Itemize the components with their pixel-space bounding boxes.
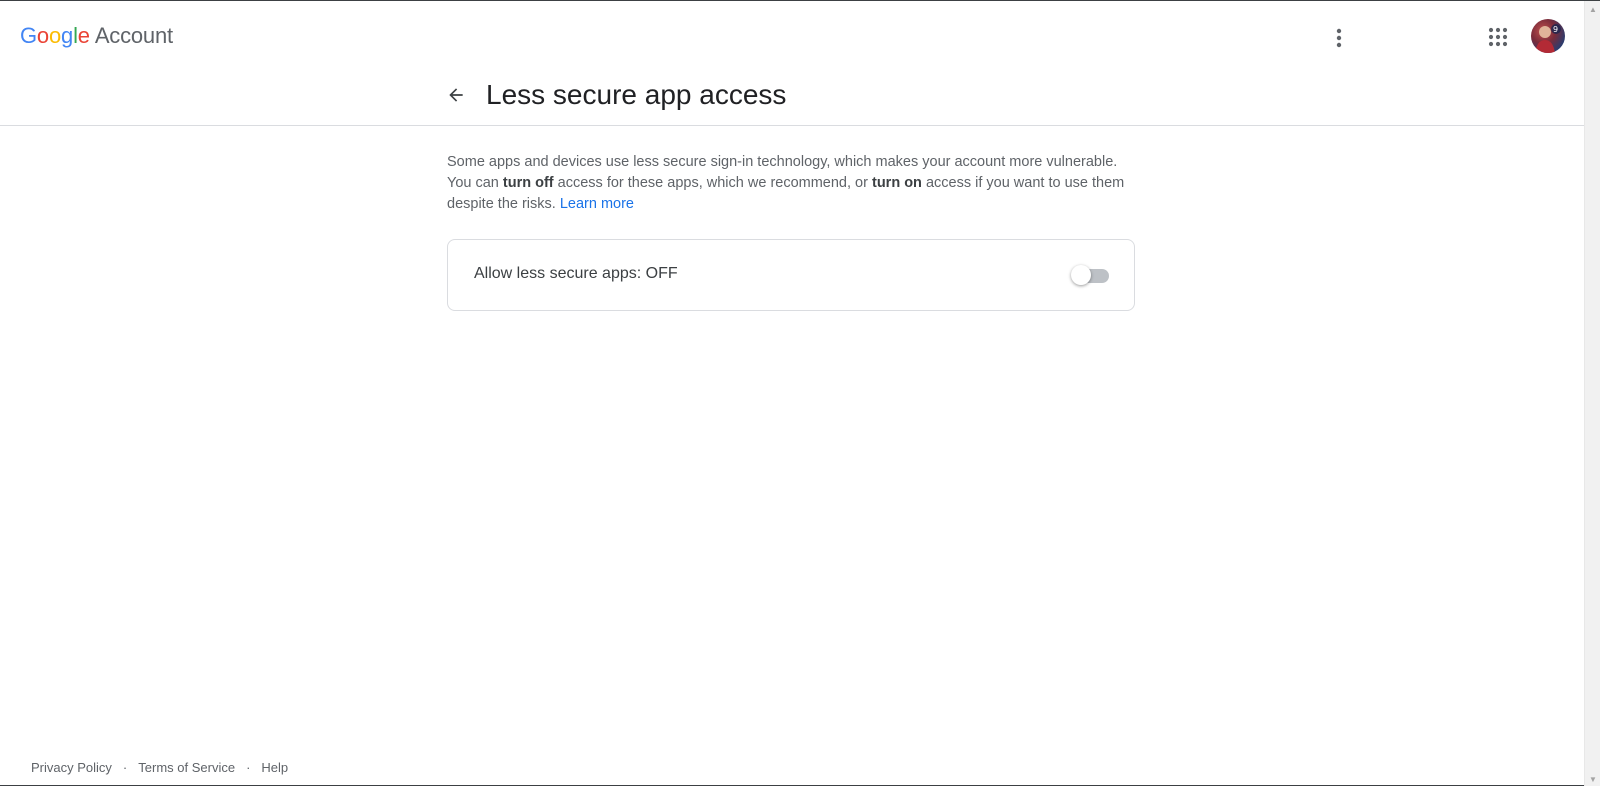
brand-letter: o [48, 23, 62, 48]
google-account-logo[interactable]: Google Account [20, 21, 173, 51]
brand-letter: e [77, 23, 90, 48]
description-text: Some apps and devices use less secure si… [447, 152, 1137, 215]
brand-letter: g [61, 23, 74, 48]
terms-of-service-link[interactable]: Terms of Service [138, 760, 235, 775]
top-bar: Google Account 9 [0, 1, 1584, 69]
scroll-up-arrow-icon[interactable]: ▲ [1585, 1, 1600, 17]
apps-grid-icon [1488, 27, 1508, 47]
brand-suffix: Account [94, 23, 173, 48]
svg-text:9: 9 [1553, 25, 1558, 34]
learn-more-link[interactable]: Learn more [560, 196, 634, 212]
description-part: access for these apps, which we recommen… [553, 175, 872, 191]
toggle-thumb [1071, 265, 1091, 285]
footer-separator: · [122, 760, 128, 775]
back-button[interactable] [440, 79, 472, 111]
more-vert-icon [1336, 28, 1342, 48]
setting-label: Allow less secure apps: OFF [474, 265, 678, 282]
scroll-down-arrow-icon[interactable]: ▼ [1585, 771, 1600, 786]
brand-letter: G [20, 23, 37, 48]
description-bold: turn off [502, 175, 554, 191]
google-apps-button[interactable] [1478, 17, 1518, 57]
account-avatar[interactable]: 9 [1531, 19, 1565, 53]
description-bold: turn on [871, 175, 922, 191]
page-title: Less secure app access [486, 79, 787, 110]
setting-card: Allow less secure apps: OFF [447, 239, 1135, 311]
more-options-button[interactable] [1321, 20, 1357, 56]
page-header: Less secure app access [0, 69, 1584, 126]
privacy-policy-link[interactable]: Privacy Policy [31, 760, 112, 775]
avatar-image: 9 [1535, 24, 1561, 53]
brand-letter: o [36, 23, 49, 48]
footer-separator: · [246, 760, 251, 775]
help-link[interactable]: Help [261, 760, 288, 775]
page: Google Account 9 Less secure app access … [0, 0, 1600, 786]
vertical-scrollbar[interactable]: ▲ ▼ [1584, 1, 1600, 786]
allow-less-secure-apps-toggle[interactable] [1071, 264, 1111, 286]
footer: Privacy Policy · Terms of Service · Help [31, 760, 288, 775]
arrow-back-icon [449, 88, 463, 102]
